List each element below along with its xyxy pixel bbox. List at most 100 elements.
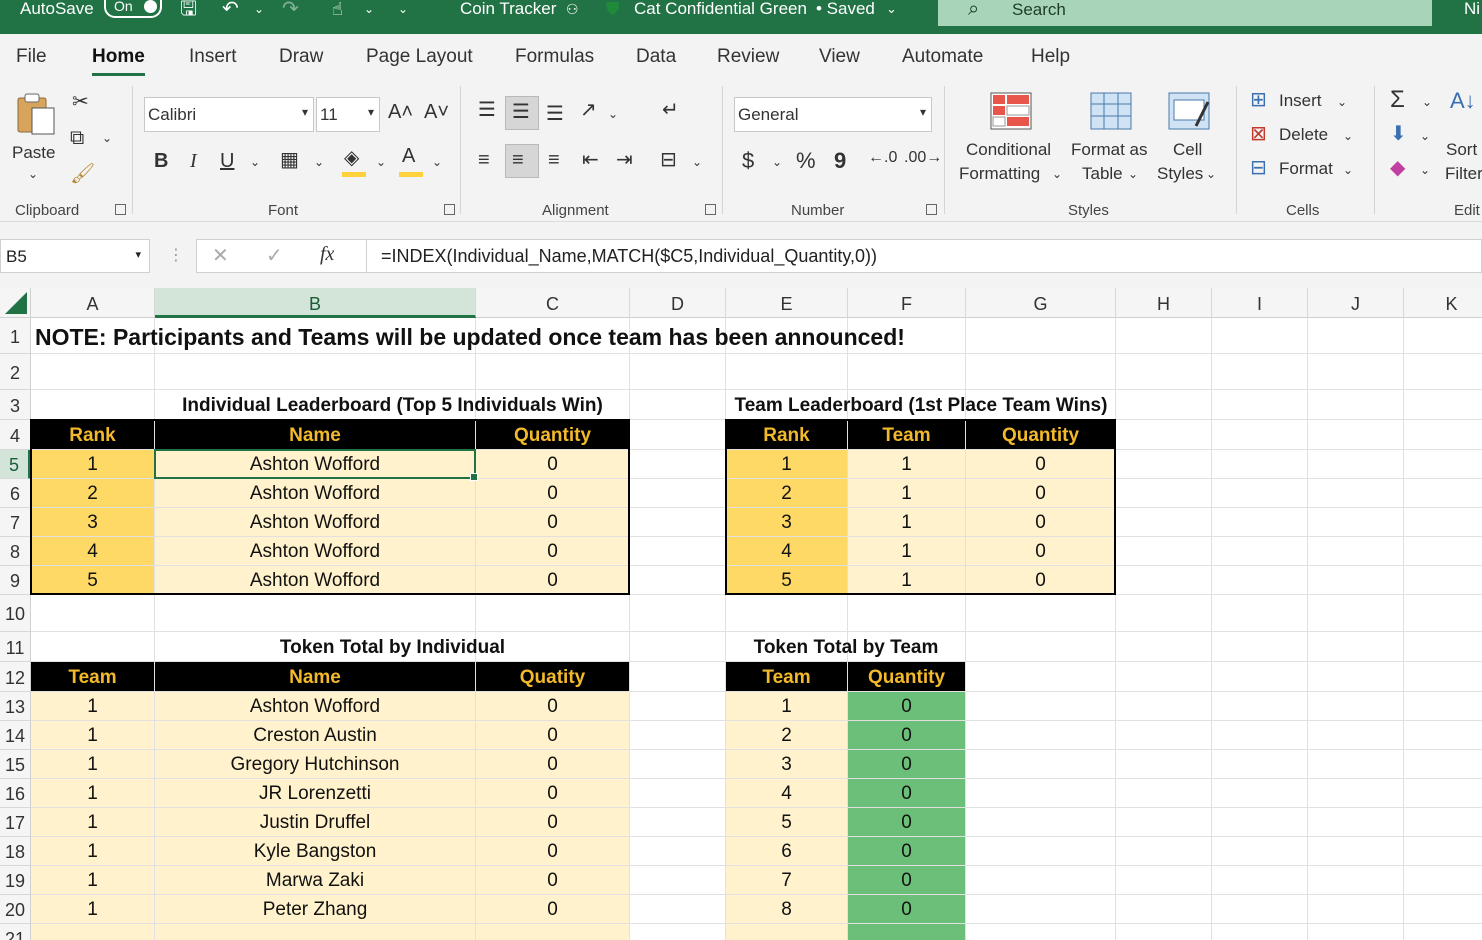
select-all-corner[interactable] [0, 288, 31, 318]
row-header[interactable]: 1 [0, 318, 31, 354]
name-box[interactable]: B5 ▾ [0, 239, 150, 273]
clear-icon[interactable]: ◆ [1390, 158, 1405, 178]
enter-icon[interactable]: ✓ [266, 246, 283, 266]
format-cells-icon[interactable]: ⊟ [1250, 158, 1267, 178]
name-cell[interactable]: JR Lorenzetti [155, 779, 475, 807]
insert-cells-icon[interactable]: ⊞ [1250, 90, 1267, 110]
quantity-cell[interactable]: 0 [848, 895, 965, 923]
font-color-icon[interactable]: A [402, 146, 415, 166]
redo-icon[interactable]: ↷ [282, 0, 299, 20]
quantity-cell[interactable]: 0 [476, 721, 629, 749]
paste-button[interactable]: Paste [12, 143, 55, 163]
team-leaderboard-title[interactable]: Team Leaderboard (1st Place Team Wins) [726, 390, 1116, 420]
quantity-cell[interactable]: 0 [966, 508, 1115, 536]
name-cell[interactable]: Ashton Wofford [155, 692, 475, 720]
font-size-select[interactable]: 11 ▾ [316, 97, 380, 132]
tab-file[interactable]: File [16, 46, 47, 68]
column-header-j[interactable]: J [1308, 288, 1404, 318]
team-cell[interactable]: 1 [31, 692, 154, 720]
cut-icon[interactable]: ✂ [72, 92, 89, 112]
row-header[interactable]: 8 [0, 537, 31, 566]
team-cell[interactable]: 1 [31, 837, 154, 865]
number-format-select[interactable]: General ▾ [734, 97, 932, 132]
more-options-icon[interactable]: ⋮ [168, 248, 184, 264]
table-header-cell[interactable]: Team [848, 420, 965, 449]
row-header[interactable]: 4 [0, 420, 31, 450]
table-header-cell[interactable]: Rank [726, 420, 847, 449]
tab-data[interactable]: Data [636, 46, 676, 68]
table-header-cell[interactable]: Rank [31, 420, 154, 449]
team-cell[interactable]: 1 [848, 479, 965, 507]
partial-row-cell[interactable] [848, 924, 965, 940]
comma-style-button[interactable]: 9 [834, 150, 846, 172]
tab-view[interactable]: View [819, 46, 860, 68]
row-header[interactable]: 17 [0, 808, 31, 837]
team-cell[interactable]: 1 [31, 750, 154, 778]
column-header-h[interactable]: H [1116, 288, 1212, 318]
save-icon[interactable]: 🖫 [180, 0, 197, 20]
number-launcher-icon[interactable] [926, 204, 937, 215]
decrease-indent-icon[interactable]: ⇤ [582, 150, 599, 170]
paste-dropdown-icon[interactable]: ⌄ [28, 168, 38, 180]
autosave-toggle[interactable]: On [104, 0, 162, 18]
tab-home[interactable]: Home [92, 46, 145, 76]
bold-button[interactable]: B [154, 151, 168, 171]
row-header[interactable]: 10 [0, 595, 31, 632]
column-header-a[interactable]: A [31, 288, 155, 318]
partial-row-cell[interactable] [476, 924, 629, 940]
name-cell[interactable]: Ashton Wofford [155, 508, 475, 536]
sort-filter-line2[interactable]: Filter [1445, 164, 1482, 184]
rank-cell[interactable]: 3 [31, 508, 154, 536]
underline-button[interactable]: U [220, 151, 234, 171]
autosum-dropdown-icon[interactable]: ⌄ [1422, 96, 1432, 108]
orientation-icon[interactable]: ↗ [580, 100, 597, 120]
team-cell[interactable]: 1 [726, 692, 847, 720]
align-right-icon[interactable]: ≡ [548, 150, 560, 170]
rank-cell[interactable]: 1 [31, 450, 154, 478]
conditional-formatting-line2[interactable]: Formatting [959, 164, 1040, 184]
increase-decimal-icon[interactable]: ←.0 [868, 150, 897, 166]
quantity-cell[interactable]: 0 [476, 837, 629, 865]
team-cell[interactable]: 2 [726, 721, 847, 749]
insert-cells-button[interactable]: Insert [1279, 91, 1322, 111]
row-header[interactable]: 5 [0, 450, 31, 479]
decrease-decimal-icon[interactable]: .00→ [904, 150, 942, 166]
quantity-cell[interactable]: 0 [476, 566, 629, 594]
column-header-c[interactable]: C [476, 288, 630, 318]
quantity-cell[interactable]: 0 [966, 479, 1115, 507]
team-cell[interactable]: 1 [31, 808, 154, 836]
tab-insert[interactable]: Insert [189, 46, 237, 68]
increase-indent-icon[interactable]: ⇥ [616, 150, 633, 170]
fill-color-dropdown-icon[interactable]: ⌄ [376, 156, 386, 168]
quantity-cell[interactable]: 0 [476, 779, 629, 807]
worksheet-grid[interactable]: A B C D E F G H I J K 1 2 3 4 5 6 7 8 9 10 11 12 13 1… [0, 288, 1482, 940]
percent-button[interactable]: % [796, 150, 816, 172]
cell-styles-line2[interactable]: Styles [1157, 164, 1203, 184]
row-header[interactable]: 13 [0, 692, 31, 721]
align-bottom-icon[interactable]: ☰ [546, 104, 564, 124]
wrap-text-icon[interactable]: ↵ [662, 100, 679, 120]
tab-help[interactable]: Help [1031, 46, 1070, 68]
row-header[interactable]: 18 [0, 837, 31, 866]
team-cell[interactable]: 1 [31, 866, 154, 894]
row-header[interactable]: 9 [0, 566, 31, 595]
quantity-cell[interactable]: 0 [848, 866, 965, 894]
quantity-cell[interactable]: 0 [476, 508, 629, 536]
column-header-d[interactable]: D [630, 288, 726, 318]
chevron-down-icon[interactable]: ⌄ [886, 0, 897, 20]
quantity-cell[interactable]: 0 [476, 537, 629, 565]
table-header-cell[interactable]: Quantity [476, 420, 629, 449]
rank-cell[interactable]: 4 [31, 537, 154, 565]
currency-button[interactable]: $ [742, 150, 754, 172]
customize-toolbar-icon[interactable]: ⌄ [398, 0, 408, 20]
font-color-dropdown-icon[interactable]: ⌄ [432, 156, 442, 168]
column-header-f[interactable]: F [848, 288, 966, 318]
table-header-cell[interactable]: Quantity [966, 420, 1115, 449]
fill-icon[interactable]: ⬇ [1390, 124, 1407, 144]
conditional-formatting-line1[interactable]: Conditional [966, 140, 1051, 160]
partial-row-cell[interactable] [726, 924, 847, 940]
partial-row-cell[interactable] [31, 924, 154, 940]
align-middle-icon[interactable]: ☰ [512, 102, 530, 122]
italic-button[interactable]: I [190, 151, 197, 171]
increase-font-size-icon[interactable]: A˄ [388, 102, 413, 122]
